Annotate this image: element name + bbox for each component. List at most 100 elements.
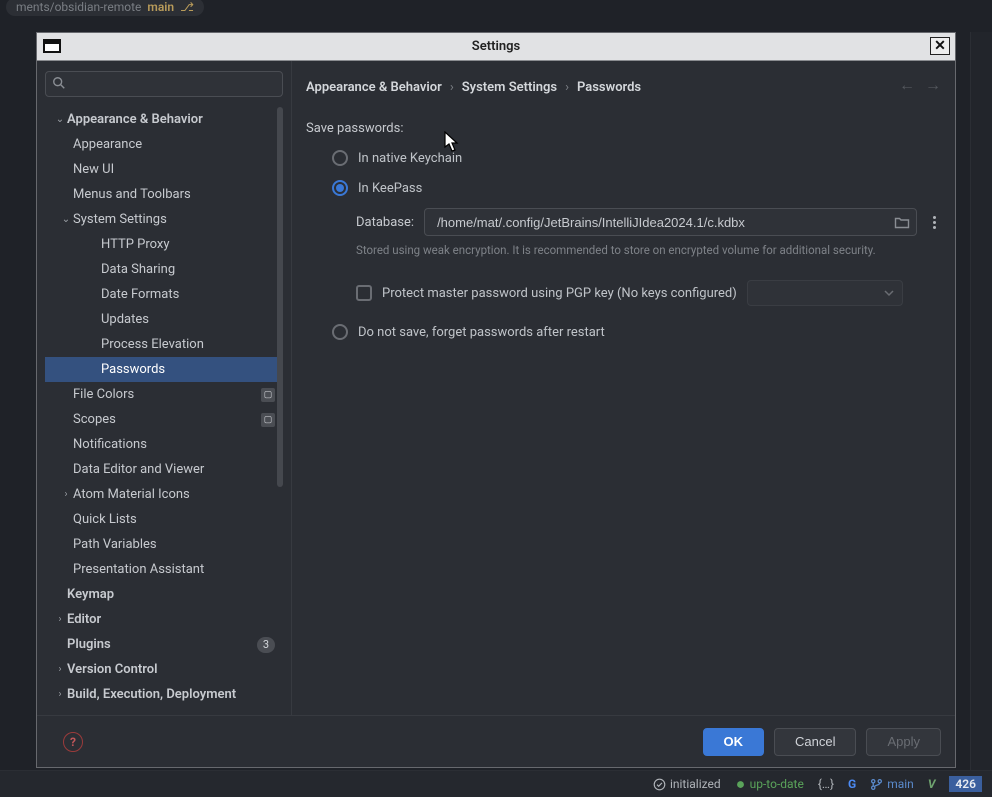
status-git-branch[interactable]: main	[870, 777, 914, 791]
close-button[interactable]: ✕	[930, 37, 950, 55]
tree-item[interactable]: ⌄System Settings	[45, 207, 283, 232]
settings-tree[interactable]: ⌄Appearance & BehaviorAppearance New UI Me…	[45, 107, 283, 715]
tree-item[interactable]: Plugins3	[45, 632, 283, 657]
dialog-title: Settings	[472, 39, 520, 54]
option-keepass[interactable]: In KeePass	[332, 180, 941, 196]
tree-item-label: Scopes	[73, 412, 261, 427]
option-label: In native Keychain	[358, 151, 462, 166]
database-label: Database:	[356, 215, 414, 230]
status-uptodate[interactable]: up-to-date	[735, 777, 804, 791]
tree-item[interactable]: Updates	[45, 307, 283, 332]
database-path-input[interactable]	[435, 214, 894, 231]
option-do-not-save[interactable]: Do not save, forget passwords after rest…	[332, 324, 941, 340]
tree-item[interactable]: Data Sharing	[45, 257, 283, 282]
tree-item[interactable]: Scopes▢	[45, 407, 283, 432]
tree-item[interactable]: Keymap	[45, 582, 283, 607]
search-icon	[52, 76, 66, 90]
status-brackets[interactable]: {…}	[818, 777, 834, 791]
tree-item-label: Date Formats	[101, 287, 275, 302]
settings-dialog: Settings ✕ ⌄Appearance & BehaviorAppeara…	[36, 32, 956, 768]
tree-item[interactable]: Menus and Toolbars	[45, 182, 283, 207]
database-path-field[interactable]	[424, 208, 917, 236]
pgp-key-select[interactable]	[747, 280, 903, 306]
chevron-right-icon: ›	[59, 489, 73, 500]
tree-item[interactable]: File Colors▢	[45, 382, 283, 407]
nav-forward-icon[interactable]: →	[925, 75, 941, 95]
bg-branch: main	[147, 0, 174, 14]
tree-item[interactable]: Path Variables	[45, 532, 283, 557]
more-options-icon[interactable]	[927, 216, 941, 229]
settings-sidebar: ⌄Appearance & BehaviorAppearance New UI Me…	[37, 61, 292, 715]
statusbar: initialized up-to-date {…} G main V 426	[0, 770, 992, 797]
chevron-right-icon: ›	[565, 80, 569, 95]
breadcrumb-mid[interactable]: System Settings	[462, 80, 557, 95]
breadcrumb: Appearance & Behavior › System Settings …	[306, 75, 941, 99]
chevron-right-icon: ›	[53, 614, 67, 625]
tree-item-label: Build, Execution, Deployment	[67, 687, 275, 702]
tree-item[interactable]: ›Atom Material Icons	[45, 482, 283, 507]
tree-scrollbar[interactable]	[277, 107, 283, 715]
chevron-right-icon: ›	[53, 689, 67, 700]
tree-item-label: Data Editor and Viewer	[73, 462, 275, 477]
chevron-right-icon: ›	[53, 664, 67, 675]
help-icon[interactable]: ?	[63, 732, 83, 752]
project-scope-icon: ▢	[261, 388, 275, 402]
status-line-number[interactable]: 426	[949, 776, 982, 792]
cancel-button[interactable]: Cancel	[774, 728, 856, 756]
section-label: Save passwords:	[306, 121, 941, 136]
breadcrumb-root[interactable]: Appearance & Behavior	[306, 80, 442, 95]
chevron-right-icon: ›	[450, 80, 454, 95]
radio-icon[interactable]	[332, 324, 348, 340]
settings-main-panel: Appearance & Behavior › System Settings …	[292, 61, 955, 715]
tree-item-label: System Settings	[73, 212, 275, 227]
tree-item-label: Plugins	[67, 637, 257, 652]
tree-item[interactable]: Data Editor and Viewer	[45, 457, 283, 482]
tree-item[interactable]: Passwords	[45, 357, 283, 382]
option-pgp-protect[interactable]: Protect master password using PGP key (N…	[356, 280, 941, 306]
tree-item-label: Quick Lists	[73, 512, 275, 527]
breadcrumb-leaf: Passwords	[577, 80, 641, 95]
tree-item-label: Updates	[101, 312, 275, 327]
radio-icon[interactable]	[332, 150, 348, 166]
ok-button[interactable]: OK	[703, 728, 765, 756]
settings-search-input[interactable]	[45, 71, 283, 97]
tree-item[interactable]: ⌄Appearance & Behavior	[45, 107, 283, 132]
tree-item-label: New UI	[73, 162, 275, 177]
tree-item[interactable]: Appearance	[45, 132, 283, 157]
folder-icon[interactable]	[894, 215, 910, 229]
option-label: Do not save, forget passwords after rest…	[358, 325, 605, 340]
tree-item-label: Data Sharing	[101, 262, 275, 277]
chevron-down-icon	[884, 288, 894, 298]
dialog-footer: ? OK Cancel Apply	[37, 715, 955, 767]
checkbox-icon[interactable]	[356, 285, 372, 301]
tree-item[interactable]: Date Formats	[45, 282, 283, 307]
apply-button[interactable]: Apply	[866, 728, 941, 756]
editor-right-gutter	[970, 32, 992, 770]
tree-item-label: Path Variables	[73, 537, 275, 552]
status-initialized[interactable]: initialized	[653, 777, 721, 791]
option-label: In KeePass	[358, 181, 422, 196]
tree-item-label: Passwords	[101, 362, 275, 377]
option-native-keychain[interactable]: In native Keychain	[332, 150, 941, 166]
tree-item[interactable]: Process Elevation	[45, 332, 283, 357]
radio-icon[interactable]	[332, 180, 348, 196]
tree-item[interactable]: Presentation Assistant	[45, 557, 283, 582]
status-vim-icon[interactable]: V	[928, 777, 936, 791]
nav-back-icon[interactable]: ←	[899, 75, 915, 95]
status-google-icon[interactable]: G	[848, 777, 856, 791]
tree-item-label: Version Control	[67, 662, 275, 677]
branch-icon: ⎇	[180, 0, 194, 14]
tree-item-label: Notifications	[73, 437, 275, 452]
tree-item[interactable]: Notifications	[45, 432, 283, 457]
tree-item-label: Presentation Assistant	[73, 562, 275, 577]
chevron-down-icon: ⌄	[53, 114, 67, 125]
tree-item[interactable]: Quick Lists	[45, 507, 283, 532]
tree-item[interactable]: HTTP Proxy	[45, 232, 283, 257]
tree-item[interactable]: New UI	[45, 157, 283, 182]
badge: 3	[257, 637, 275, 653]
tree-item[interactable]: ›Build, Execution, Deployment	[45, 682, 283, 707]
dialog-titlebar: Settings ✕	[37, 33, 955, 61]
chevron-down-icon: ⌄	[59, 214, 73, 225]
tree-item[interactable]: ›Editor	[45, 607, 283, 632]
tree-item[interactable]: ›Version Control	[45, 657, 283, 682]
